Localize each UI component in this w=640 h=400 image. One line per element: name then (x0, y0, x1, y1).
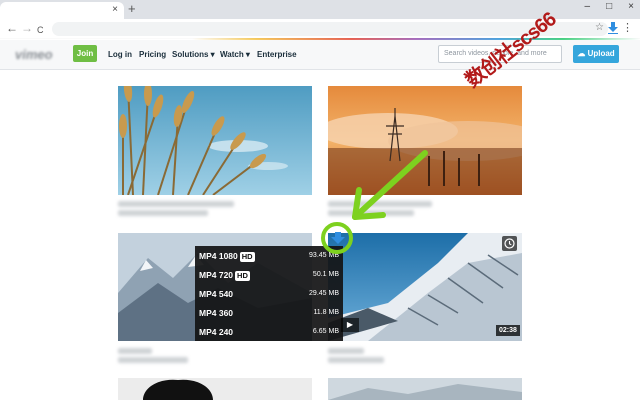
download-option-size: 29.45 MB (309, 290, 339, 297)
bookmark-star-icon[interactable]: ☆ (595, 22, 604, 33)
clock-icon (504, 238, 515, 249)
download-option-label: MP4 720 HD (199, 270, 250, 281)
video-meta-blurred (118, 357, 188, 363)
video-thumbnail-partial[interactable] (328, 378, 522, 400)
hd-badge: HD (235, 271, 250, 281)
nav-pricing[interactable]: Pricing (139, 50, 166, 59)
chevron-down-icon: ▾ (208, 50, 215, 59)
download-option-size: 11.8 MB (313, 309, 339, 316)
close-window-icon[interactable]: × (628, 1, 634, 12)
download-option-240[interactable]: MP4 240 6.65 MB (195, 323, 343, 341)
download-option-720[interactable]: MP4 720 HD 50.1 MB (195, 266, 343, 284)
forward-icon[interactable]: → (21, 21, 33, 35)
nav-watch[interactable]: Watch ▾ (220, 50, 250, 59)
tab-close-icon[interactable]: × (112, 4, 118, 16)
video-title-blurred (118, 348, 152, 354)
window-controls: – □ × (585, 1, 634, 12)
back-icon[interactable]: ← (6, 21, 18, 35)
play-button[interactable]: ▶ (341, 318, 359, 332)
download-option-label: MP4 1080 HD (199, 251, 255, 262)
site-header: vimeo Join Log in Pricing Solutions ▾ Wa… (0, 40, 640, 70)
download-option-label: MP4 360 (199, 308, 234, 318)
watch-later-button[interactable] (502, 236, 517, 251)
silhouette-image (118, 378, 312, 400)
reload-icon[interactable]: C (37, 23, 44, 37)
download-icon[interactable] (330, 230, 346, 246)
hd-badge: HD (239, 252, 255, 262)
download-option-360[interactable]: MP4 360 11.8 MB (195, 304, 343, 322)
landscape-image (328, 378, 522, 400)
cloud-upload-icon: ☁ (577, 49, 588, 58)
minimize-icon[interactable]: – (585, 1, 591, 12)
download-option-label: MP4 540 (199, 289, 234, 299)
download-option-size: 50.1 MB (312, 271, 339, 278)
video-meta-blurred (328, 357, 384, 363)
video-meta-blurred (118, 210, 208, 216)
upload-button[interactable]: ☁ Upload (573, 45, 619, 63)
play-icon: ▶ (346, 320, 354, 329)
video-title-blurred (118, 201, 234, 207)
wheat-image (118, 86, 312, 195)
download-option-540[interactable]: MP4 540 29.45 MB (195, 285, 343, 303)
vimeo-logo[interactable]: vimeo (15, 47, 53, 62)
maximize-icon[interactable]: □ (606, 1, 612, 12)
chevron-down-icon: ▾ (243, 50, 250, 59)
download-option-label: MP4 240 (199, 327, 234, 337)
video-thumbnail-wheat[interactable] (118, 86, 312, 195)
nav-watch-label: Watch (220, 50, 244, 59)
browser-menu-icon[interactable]: ⋮ (622, 21, 633, 34)
nav-solutions[interactable]: Solutions ▾ (172, 50, 215, 59)
video-duration: 02:38 (496, 325, 520, 336)
upload-label: Upload (587, 49, 615, 58)
join-button[interactable]: Join (73, 45, 97, 62)
download-quality-menu: MP4 1080 HD 93.45 MB MP4 720 HD 50.1 MB MP… (195, 246, 343, 341)
video-title-blurred (328, 348, 364, 354)
download-extension-icon[interactable] (608, 22, 618, 34)
video-thumbnail-partial[interactable] (118, 378, 312, 400)
nav-enterprise[interactable]: Enterprise (257, 50, 297, 59)
browser-tab[interactable]: × (0, 2, 124, 19)
new-tab-button[interactable]: + (128, 2, 136, 16)
nav-solutions-label: Solutions (172, 50, 209, 59)
nav-login[interactable]: Log in (108, 50, 132, 59)
download-option-size: 6.65 MB (312, 328, 339, 335)
